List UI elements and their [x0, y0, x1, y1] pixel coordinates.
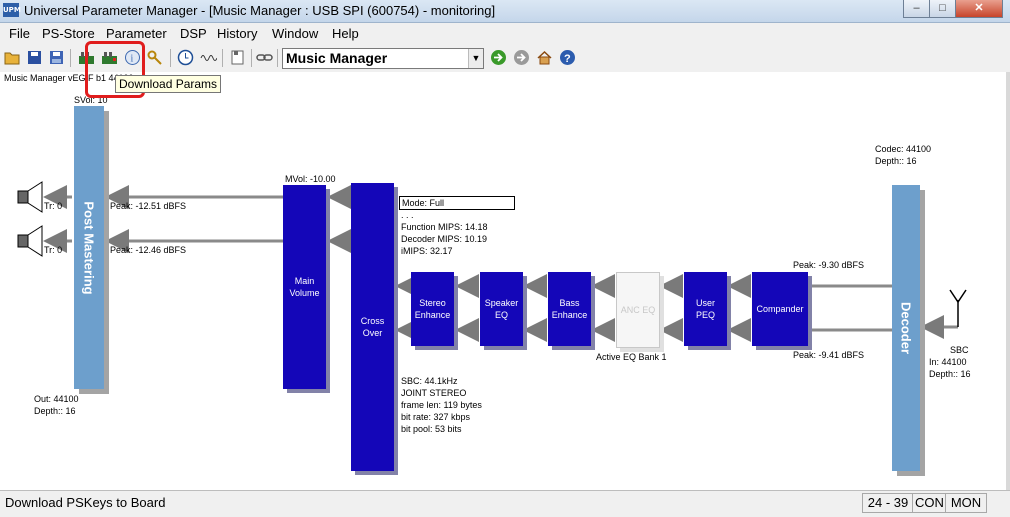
active-eq-bank-label: Active EQ Bank 1 [596, 352, 667, 362]
out-depth-label: Depth:: 16 [34, 406, 76, 416]
peak-left-top: Peak: -12.51 dBFS [110, 201, 187, 211]
cross-over-block[interactable]: Cross Over [351, 183, 394, 471]
compander-block[interactable]: Compander [752, 272, 808, 346]
speaker-icon [17, 181, 43, 257]
status-con: CON [912, 493, 947, 513]
menu-dsp[interactable]: DSP [180, 26, 207, 41]
peak-right-top: Peak: -9.30 dBFS [793, 260, 865, 270]
mode-field[interactable]: Mode: Full [399, 196, 515, 210]
stop-icon[interactable] [513, 49, 530, 66]
codec-depth-label: Depth:: 16 [875, 156, 917, 166]
cross-over-line2: Over [362, 328, 383, 338]
chevron-down-icon[interactable]: ▼ [468, 49, 483, 68]
decoder-block[interactable]: Decoder [892, 185, 920, 471]
vertical-scrollbar[interactable] [1006, 72, 1010, 490]
mvol-label: MVol: -10.00 [285, 174, 336, 184]
main-volume-line1: Main [294, 276, 315, 286]
status-message: Download PSKeys to Board [5, 495, 166, 510]
bass-enhance-block[interactable]: Bass Enhance [548, 272, 591, 346]
link-icon[interactable] [256, 49, 273, 66]
sbc-rate-label: SBC: 44.1kHz [401, 376, 458, 386]
speaker-eq-block[interactable]: Speaker EQ [480, 272, 523, 346]
speaker-eq-line1: Speaker [484, 298, 519, 308]
imips-label: iMIPS: 32.17 [401, 246, 453, 256]
close-button[interactable]: ✕ [955, 0, 1003, 18]
bass-enhance-line2: Enhance [551, 310, 588, 320]
module-select-value: Music Manager [286, 50, 388, 66]
menu-window[interactable]: Window [272, 26, 318, 41]
module-select[interactable]: Music Manager ▼ [282, 48, 484, 69]
out-rate-label: Out: 44100 [34, 394, 79, 404]
cross-over-line1: Cross [360, 316, 385, 326]
toolbar: i Music Manager ▼ ? [0, 45, 1010, 73]
sbc-bit-pool-label: bit pool: 53 bits [401, 424, 462, 434]
status-mon: MON [945, 493, 987, 513]
minimize-button[interactable]: – [903, 0, 930, 18]
stereo-enhance-block[interactable]: Stereo Enhance [411, 272, 454, 346]
diagram-canvas: Music Manager vEGIF b1 44100 SVol: 10 Po… [0, 72, 1006, 490]
window-title: Universal Parameter Manager - [Music Man… [24, 3, 496, 18]
app-icon: UPM [3, 3, 21, 17]
file-icon[interactable] [229, 49, 246, 66]
sbc-bit-rate-label: bit rate: 327 kbps [401, 412, 471, 422]
peak-right-bottom: Peak: -9.41 dBFS [793, 350, 865, 360]
sbc-frame-len-label: frame len: 119 bytes [401, 400, 482, 410]
function-mips-label: Function MIPS: 14.18 [401, 222, 488, 232]
user-peq-block[interactable]: User PEQ [684, 272, 727, 346]
tr-bottom-label: Tr: 0 [44, 245, 63, 255]
post-mastering-block[interactable]: Post Mastering [74, 106, 104, 389]
save-icon[interactable] [26, 49, 43, 66]
tr-top-label: Tr: 0 [44, 201, 63, 211]
title-bar: UPM Universal Parameter Manager - [Music… [0, 0, 1010, 23]
main-volume-block[interactable]: Main Volume [283, 185, 326, 389]
post-mastering-label: Post Mastering [81, 200, 97, 295]
main-volume-line2: Volume [289, 288, 320, 298]
clock-icon[interactable] [177, 49, 194, 66]
help-icon[interactable]: ? [559, 49, 576, 66]
decoder-mips-label: Decoder MIPS: 10.19 [401, 234, 488, 244]
antenna-icon [949, 289, 967, 327]
key-icon[interactable] [147, 49, 164, 66]
sbc-in-depth-label: Depth:: 16 [929, 369, 971, 379]
menu-help[interactable]: Help [332, 26, 359, 41]
sbc-in-codec-label: SBC [950, 345, 969, 355]
maximize-button[interactable]: □ [929, 0, 956, 18]
bass-enhance-line1: Bass [559, 298, 580, 308]
sbc-mode-label: JOINT STEREO [401, 388, 467, 398]
svg-text:?: ? [564, 53, 571, 65]
speaker-eq-line2: EQ [494, 310, 508, 320]
user-peq-line1: User [695, 298, 715, 308]
dots-label: . . . [401, 210, 414, 220]
peak-left-bottom: Peak: -12.46 dBFS [110, 245, 187, 255]
user-peq-line2: PEQ [695, 310, 715, 320]
anc-eq-block[interactable]: ANC EQ [616, 272, 660, 348]
go-icon[interactable] [490, 49, 507, 66]
menu-ps-store[interactable]: PS-Store [42, 26, 95, 41]
decoder-label: Decoder [898, 301, 914, 355]
stereo-enhance-line1: Stereo [419, 298, 446, 308]
menu-history[interactable]: History [217, 26, 257, 41]
menu-parameter[interactable]: Parameter [106, 26, 167, 41]
menu-file[interactable]: File [9, 26, 30, 41]
wave-icon[interactable] [200, 49, 218, 66]
status-bar: Download PSKeys to Board 24 - 39 CON MON [0, 490, 1010, 517]
stereo-enhance-line2: Enhance [414, 310, 451, 320]
save-all-icon[interactable] [48, 49, 65, 66]
home-icon[interactable] [536, 49, 553, 66]
codec-rate-label: Codec: 44100 [875, 144, 932, 154]
menu-bar: File PS-Store Parameter DSP History Wind… [0, 23, 1010, 45]
status-range: 24 - 39 [862, 493, 914, 513]
sbc-in-rate-label: In: 44100 [929, 357, 967, 367]
download-params-tooltip: Download Params [115, 75, 222, 93]
folder-open-icon[interactable] [4, 49, 21, 66]
